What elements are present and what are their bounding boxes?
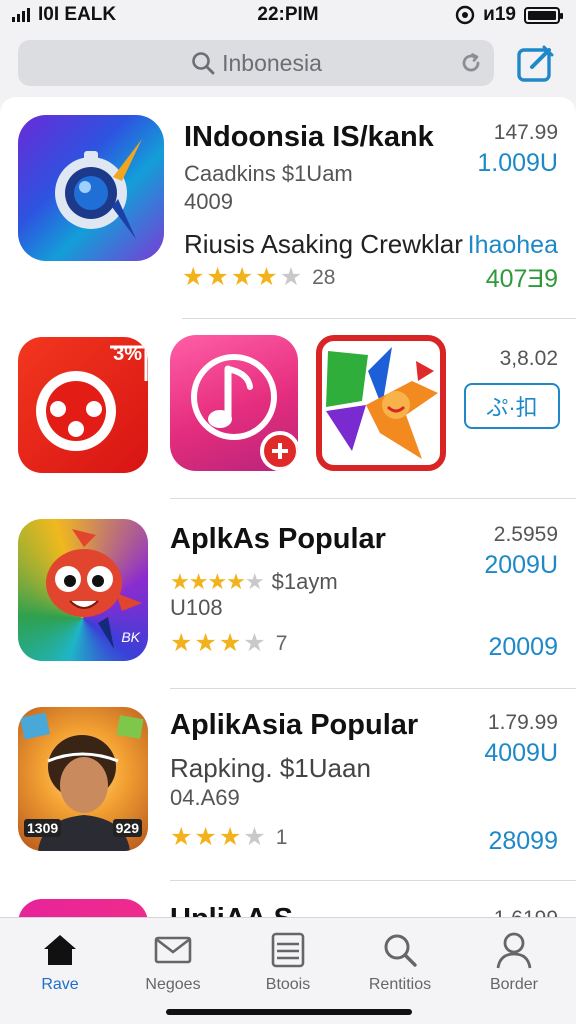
- status-right: ᴎ19: [455, 4, 563, 26]
- fish-game-app-icon: BK: [18, 519, 148, 661]
- get-button[interactable]: ぷ·扣: [464, 383, 560, 429]
- search-icon: [384, 934, 417, 967]
- tab-profile[interactable]: Border: [464, 930, 564, 994]
- search-input[interactable]: Inbonesia: [18, 40, 494, 86]
- star-icon: ★: [170, 823, 193, 851]
- music-note-icon: [191, 354, 298, 471]
- tab-label: Rave: [41, 976, 79, 993]
- star-icon: ★: [170, 629, 193, 657]
- app-price: 3,8.02: [499, 347, 558, 370]
- star-rating: ★ ★ ★ ★ ★ 28: [182, 265, 335, 290]
- rating-count: 7: [275, 631, 288, 655]
- app-value: Ihaohea: [467, 231, 558, 259]
- app-meta: 4009: [184, 189, 233, 214]
- app-list: INdoonsia IS/kank Caadkins $1Uam 4009 Ri…: [0, 97, 576, 917]
- star-rating: ★ ★ ★ ★ 7: [170, 631, 287, 656]
- tab-bar: Rave Negoes Btoois Rentitios Border: [0, 917, 576, 1024]
- star-icon: ★: [230, 263, 254, 291]
- tab-label: Btoois: [265, 976, 311, 993]
- star-icon: ★: [194, 629, 217, 657]
- portrait-app-icon: 1309 929: [18, 707, 148, 851]
- search-row: Inbonesia: [18, 40, 558, 86]
- star-icon: ★: [255, 263, 278, 291]
- person-icon: [496, 932, 532, 969]
- app-title: UpliAA S: [170, 903, 293, 917]
- refresh-icon[interactable]: [458, 50, 484, 76]
- app-title: AplikAsia Popular: [170, 709, 419, 741]
- app-subtitle: $1aym: [271, 569, 338, 594]
- music-player-app-icon: 3%: [18, 337, 148, 473]
- compose-icon[interactable]: [516, 43, 556, 83]
- list-icon: [271, 932, 305, 968]
- star-icon: ★: [182, 263, 205, 291]
- star-icon: ★: [194, 823, 217, 851]
- bird-app-icon: [316, 335, 446, 471]
- app-value: 2009U: [484, 551, 558, 579]
- star-icon: ★: [279, 263, 303, 291]
- icon-badge: 3%: [113, 343, 142, 365]
- app-meta: U108: [170, 595, 223, 620]
- app-subtitle: Caadkins $1Uam: [184, 161, 353, 186]
- tab-label: Negoes: [145, 976, 201, 993]
- home-indicator[interactable]: [166, 1009, 412, 1015]
- star-icon: ★: [243, 629, 266, 657]
- star-icon: ★: [206, 263, 229, 291]
- star-icon: ★: [218, 823, 242, 851]
- icon-badge: 1309: [24, 819, 62, 837]
- app-value: 4009U: [484, 739, 558, 767]
- status-left: I0I EALK: [12, 4, 116, 26]
- star-icon: ★: [218, 629, 242, 657]
- tab-label: Border: [489, 976, 539, 993]
- app-value: 407Ǝ9: [485, 265, 558, 293]
- status-bar: I0I EALK 22:PIM ᴎ19: [0, 0, 576, 30]
- star-rating-small: ★★★★★: [170, 569, 265, 594]
- rating-count: 28: [312, 265, 336, 289]
- compass-icon: [55, 139, 142, 239]
- tab-home[interactable]: Rave: [10, 930, 110, 994]
- tab-search[interactable]: Rentitios: [350, 930, 450, 994]
- list-item[interactable]: BK AplkAs Popular ★★★★★ $1aym U108 ★ ★ ★ ★ …: [0, 499, 576, 689]
- at-icon: [455, 5, 475, 25]
- app-price: 147.99: [493, 121, 558, 144]
- search-placeholder: Inbonesia: [222, 49, 322, 76]
- signal-icon: [12, 8, 30, 22]
- star-icon: ★: [243, 823, 266, 851]
- home-icon: [44, 935, 76, 965]
- list-item[interactable]: INdoonsia IS/kank Caadkins $1Uam 4009 Ri…: [0, 97, 576, 319]
- app-value: 28099: [488, 827, 558, 855]
- tab-books[interactable]: Btoois: [238, 930, 338, 994]
- app-subtitle: Rapking. $1Uaan: [170, 753, 371, 783]
- tab-messages[interactable]: Negoes: [123, 930, 223, 994]
- list-item[interactable]: UpliAA S 1.6199: [0, 881, 576, 917]
- tab-label: Rentitios: [368, 976, 432, 993]
- app-title: INdoonsia IS/kank: [184, 121, 434, 153]
- app-title: AplkAs Popular: [170, 523, 386, 555]
- list-item[interactable]: 3% 3,8.02 ぷ·扣: [0, 319, 576, 499]
- battery-icon: [524, 6, 563, 24]
- app-price: 2.5959: [493, 523, 558, 546]
- app-extra: Riusis Asaking Crewklar: [184, 229, 463, 259]
- search-icon: [192, 52, 215, 75]
- list-item[interactable]: 1309 929 AplikAsia Popular Rapking. $1Ua…: [0, 689, 576, 881]
- rating-count: 1: [275, 825, 288, 849]
- bird-icon: [326, 347, 438, 459]
- app-price: 1.6199: [494, 907, 558, 917]
- app-value: 20009: [488, 633, 558, 661]
- partial-app-icon: [18, 899, 148, 917]
- music-note-app-icon: [170, 335, 298, 471]
- status-right-text: ᴎ19: [483, 4, 516, 25]
- star-rating: ★ ★ ★ ★ 1: [170, 825, 287, 850]
- app-subtitle-row: ★★★★★ $1aym: [170, 569, 338, 595]
- camera-compass-app-icon: [18, 115, 164, 261]
- app-meta: 04.A69: [170, 785, 240, 810]
- app-price: 1.79.99: [487, 711, 558, 734]
- mail-icon: [154, 936, 192, 964]
- icon-badge: BK: [121, 629, 140, 645]
- icon-badge: 929: [112, 819, 142, 837]
- carrier-label: I0I EALK: [38, 4, 117, 25]
- app-value: 1.009U: [477, 149, 558, 177]
